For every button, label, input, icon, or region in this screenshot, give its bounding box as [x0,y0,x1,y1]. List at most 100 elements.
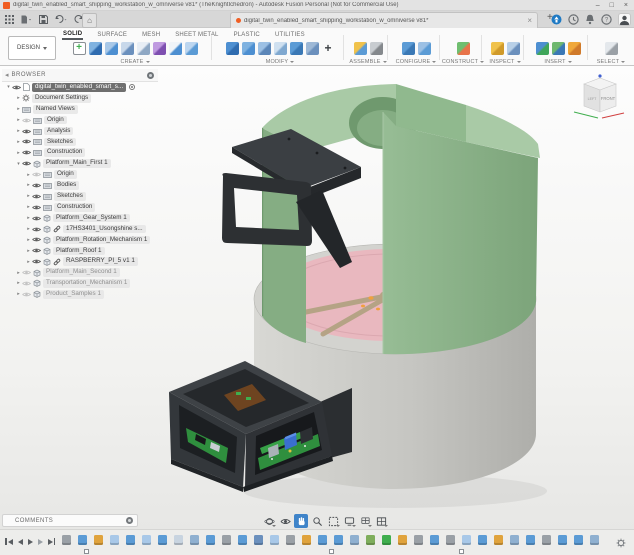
ribbon-icon-create-sketch[interactable]: + [73,42,86,55]
visibility-eye-icon[interactable] [22,269,31,276]
undo-icon[interactable] [55,15,67,24]
timeline-settings-gear-icon[interactable] [616,538,626,548]
visibility-eye-icon[interactable] [32,182,41,189]
ribbon-group-label-construct[interactable]: CONSTRUCT [442,59,484,65]
ribbon-icon-section-analysis[interactable] [507,42,520,55]
collapse-arrow-icon[interactable]: ▸ [25,226,32,232]
timeline-feature-icon[interactable] [350,535,359,545]
browser-item-label[interactable]: Transportation_Mechanism 1 [43,279,130,288]
collapse-arrow-icon[interactable]: ▸ [15,117,22,123]
collapse-arrow-icon[interactable]: ▸ [15,270,22,276]
ribbon-icon-press-pull[interactable] [226,42,239,55]
timeline-feature-icon[interactable] [510,535,519,545]
ribbon-tab-surface[interactable]: SURFACE [96,30,128,39]
timeline-feature-icon[interactable] [302,535,311,545]
ribbon-icon-move-copy[interactable]: + [322,42,335,55]
collapse-arrow-icon[interactable]: ▸ [25,182,32,188]
timeline-feature-icon[interactable] [478,535,487,545]
ribbon-icon-insert-derive[interactable] [536,42,549,55]
timeline-feature-icon[interactable] [494,535,503,545]
expand-arrow-icon[interactable]: ▾ [15,161,22,167]
collapse-arrow-icon[interactable]: ▸ [15,139,22,145]
timeline-marker-handle[interactable] [459,549,464,554]
profile-avatar[interactable] [618,13,631,26]
timeline-feature-icon[interactable] [174,535,183,545]
browser-item-sketches[interactable]: ▸Sketches [2,136,158,147]
visibility-eye-icon[interactable] [32,193,41,200]
file-menu-icon[interactable] [21,15,32,24]
collapse-arrow-icon[interactable]: ▸ [25,248,32,254]
browser-item-analysis[interactable]: ▸Analysis [2,126,158,137]
collapse-arrow-icon[interactable]: ▸ [25,193,32,199]
ribbon-icon-measure[interactable] [491,42,504,55]
browser-item-label[interactable]: Document Settings [32,94,91,103]
timeline-feature-icon[interactable] [398,535,407,545]
timeline-feature-icon[interactable] [254,535,263,545]
collapse-arrow-icon[interactable]: ▸ [25,259,32,265]
ribbon-icon-revolve[interactable] [105,42,118,55]
ribbon-tab-utilities[interactable]: UTILITIES [274,30,306,39]
timeline-feature-icon[interactable] [590,535,599,545]
document-tab-close-icon[interactable]: × [527,16,532,25]
comments-settings-icon[interactable] [126,517,133,524]
ribbon-icon-select[interactable] [605,42,618,55]
browser-item-label[interactable]: Platform_Main_First 1 [43,159,111,168]
timeline-feature-icon[interactable] [382,535,391,545]
timeline-feature-icon[interactable] [558,535,567,545]
ribbon-icon-joint[interactable] [370,42,383,55]
visibility-eye-icon[interactable] [22,291,31,298]
go-to-start-button[interactable] [5,538,13,545]
ribbon-group-label-modify[interactable]: MODIFY [266,59,295,65]
collapse-arrow-icon[interactable]: ▸ [15,106,22,112]
visibility-eye-icon[interactable] [32,247,41,254]
browser-item-label[interactable]: Platform_Roof 1 [53,247,105,256]
browser-item-bodies[interactable]: ▸Bodies [2,180,158,191]
comments-bar[interactable]: COMMENTS [2,514,138,527]
browser-item-label[interactable]: Platform_Gear_System 1 [53,214,130,223]
document-tab[interactable]: digital_twin_enabled_smart_shipping_work… [230,12,538,28]
step-back-button[interactable] [18,539,23,545]
app-launcher-icon[interactable] [5,15,14,24]
browser-item-label[interactable]: Construction [54,203,95,212]
browser-item-construction[interactable]: ▸Construction [2,202,158,213]
timeline-feature-icon[interactable] [542,535,551,545]
visibility-eye-icon[interactable] [22,128,31,135]
ribbon-icon-fillet[interactable] [242,42,255,55]
browser-item-label[interactable]: Platform_Rotation_Mechanism 1 [53,236,150,245]
activate-component-radio[interactable] [129,84,135,90]
visibility-eye-icon[interactable] [22,280,31,287]
minimize-button[interactable]: – [596,1,600,10]
viewports-icon[interactable] [374,514,388,528]
expand-arrow-icon[interactable]: ▾ [5,84,12,90]
timeline-feature-icon[interactable] [430,535,439,545]
ribbon-icon-sweep[interactable] [121,42,134,55]
ribbon-group-label-create[interactable]: CREATE [120,59,149,65]
timeline-feature-icon[interactable] [270,535,279,545]
ribbon-icon-combine[interactable] [290,42,303,55]
browser-item-product-samples-1[interactable]: ▸Product_Samples 1 [2,289,158,300]
browser-item-label[interactable]: Origin [44,116,67,125]
timeline-marker-handle[interactable] [84,549,89,554]
ribbon-icon-extrude[interactable] [89,42,102,55]
pan-tool-icon[interactable] [294,514,308,528]
ribbon-icon-shell[interactable] [274,42,287,55]
browser-item-label[interactable]: Analysis [44,127,73,136]
ribbon-icon-chamfer[interactable] [258,42,271,55]
browser-item-label[interactable]: Sketches [54,192,86,201]
collapse-arrow-icon[interactable]: ▸ [15,291,22,297]
browser-item-origin[interactable]: ▸Origin [2,169,158,180]
timeline-feature-icon[interactable] [110,535,119,545]
visibility-eye-icon[interactable] [32,258,41,265]
ribbon-tab-mesh[interactable]: MESH [141,30,161,39]
3d-viewport[interactable]: ◂ BROWSER ▾digital_twin_enabled_smart_s.… [0,66,634,529]
browser-item-origin[interactable]: ▸ Origin [2,115,158,126]
browser-item-platform-gear-system-1[interactable]: ▸Platform_Gear_System 1 [2,213,158,224]
timeline-feature-icon[interactable] [142,535,151,545]
visibility-eye-icon[interactable] [12,84,21,91]
timeline-feature-icon[interactable] [334,535,343,545]
maximize-button[interactable]: □ [610,1,614,10]
look-at-tool-icon[interactable] [278,514,292,528]
help-icon[interactable]: ? [601,14,612,25]
timeline-feature-icon[interactable] [78,535,87,545]
fit-tool-icon[interactable] [326,514,340,528]
